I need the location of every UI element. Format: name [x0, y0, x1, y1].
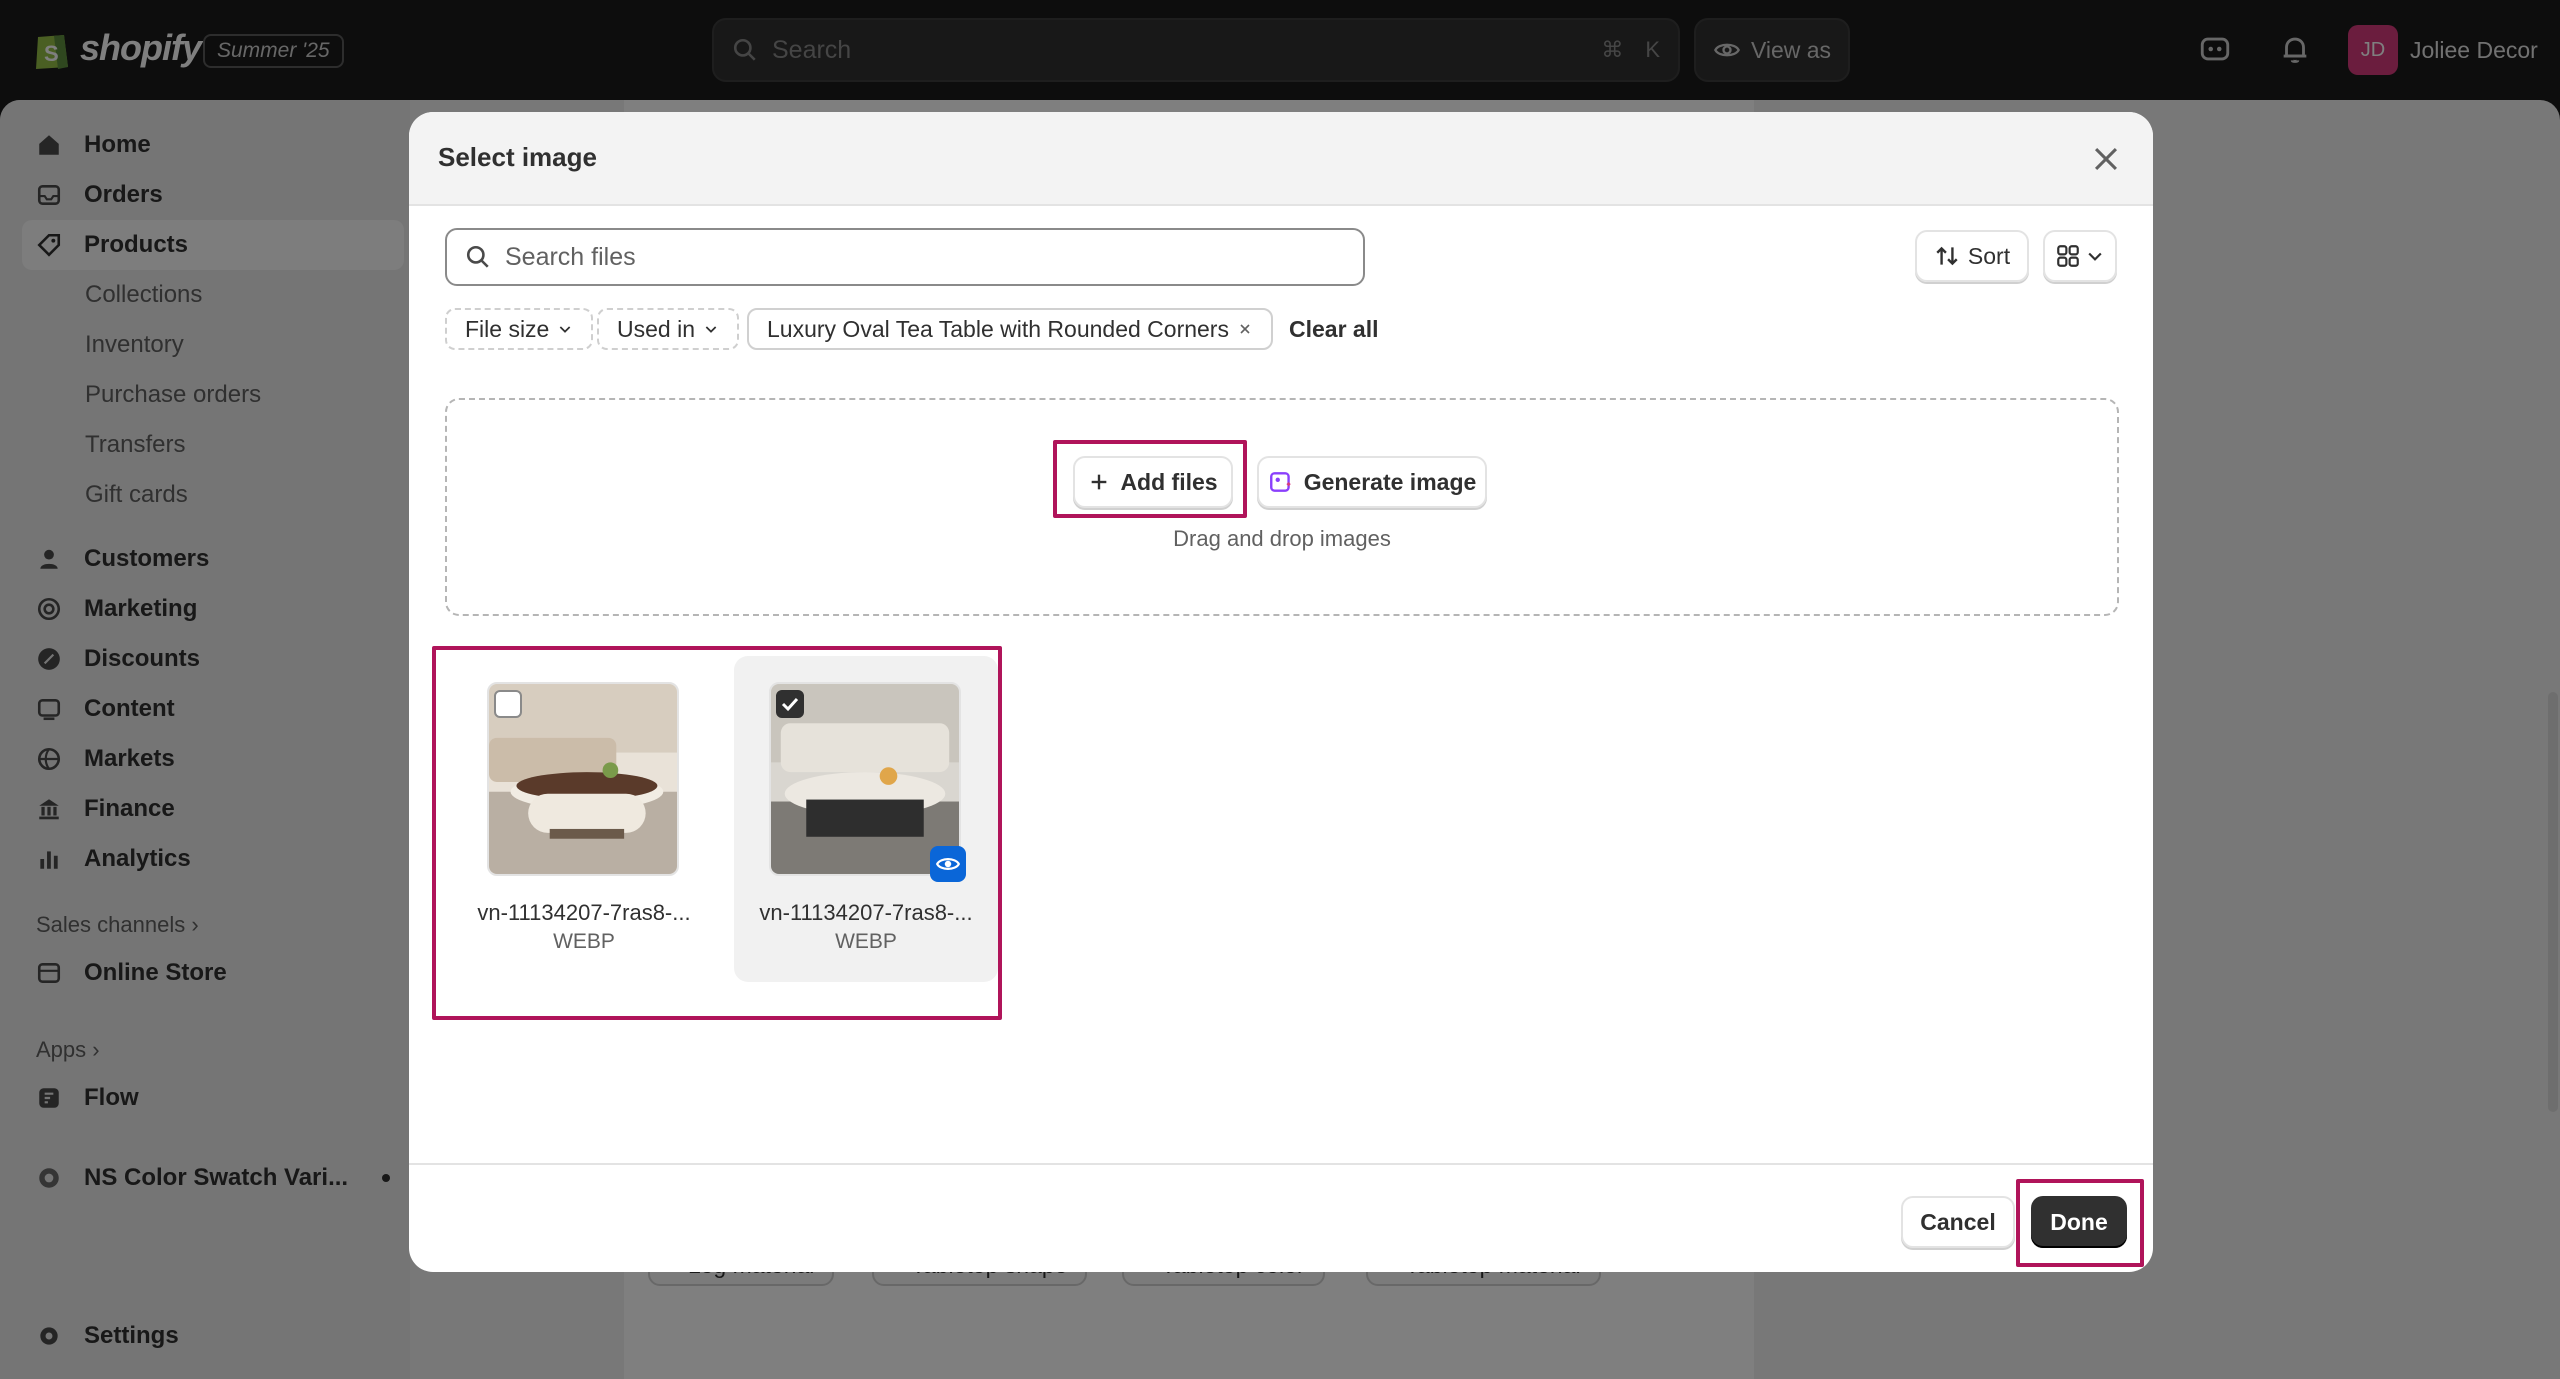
- page-scrollbar[interactable]: [2548, 692, 2558, 1112]
- sort-button[interactable]: Sort: [1915, 230, 2029, 282]
- sort-arrows-icon: [1936, 246, 1958, 266]
- modal-title: Select image: [438, 142, 597, 172]
- select-image-modal: Select image Search files Sort File size…: [409, 112, 2153, 1272]
- file-name: vn-11134207-7ras8-...: [759, 900, 973, 925]
- sort-label: Sort: [1967, 242, 2011, 269]
- preview-badge[interactable]: [930, 846, 966, 882]
- add-files-button[interactable]: Add files: [1073, 456, 1233, 508]
- chevron-down-icon: [560, 326, 571, 333]
- plus-icon: [1092, 474, 1107, 490]
- check-icon: [781, 697, 799, 712]
- file-size-filter[interactable]: File size: [445, 308, 594, 350]
- eye-icon: [935, 858, 961, 870]
- remove-filter-icon[interactable]: [1237, 321, 1253, 337]
- search-files-placeholder: Search files: [505, 242, 636, 271]
- used-in-label: Used in: [617, 315, 695, 342]
- modal-footer-divider: [409, 1163, 2153, 1165]
- file-checkbox-checked[interactable]: [776, 690, 804, 718]
- applied-filter-chip[interactable]: Luxury Oval Tea Table with Rounded Corne…: [747, 308, 1273, 350]
- search-files-input[interactable]: Search files: [445, 228, 1365, 286]
- generate-image-label: Generate image: [1303, 468, 1477, 495]
- chevron-down-icon: [705, 326, 717, 333]
- chevron-down-icon: [2088, 252, 2102, 261]
- file-name: vn-11134207-7ras8-...: [477, 900, 691, 925]
- applied-filter-label: Luxury Oval Tea Table with Rounded Corne…: [767, 315, 1229, 342]
- close-icon[interactable]: [2089, 142, 2123, 176]
- dropzone-hint: Drag and drop images: [1173, 526, 1391, 551]
- used-in-filter[interactable]: Used in: [597, 308, 739, 350]
- file-card-selected[interactable]: vn-11134207-7ras8-... WEBP: [734, 656, 998, 982]
- generate-image-button[interactable]: Generate image: [1257, 456, 1487, 508]
- file-card[interactable]: vn-11134207-7ras8-... WEBP: [452, 656, 716, 982]
- magic-image-icon: [1269, 472, 1291, 492]
- file-checkbox[interactable]: [494, 690, 522, 718]
- cancel-button[interactable]: Cancel: [1901, 1196, 2015, 1248]
- view-toggle-button[interactable]: [2043, 230, 2117, 282]
- search-icon: [466, 245, 489, 268]
- add-files-label: Add files: [1120, 468, 1218, 495]
- file-size-label: File size: [465, 315, 550, 342]
- modal-header: Select image: [409, 112, 2153, 206]
- file-type: WEBP: [553, 930, 615, 953]
- grid-icon: [2057, 245, 2079, 267]
- done-button[interactable]: Done: [2031, 1196, 2127, 1248]
- file-type: WEBP: [835, 930, 897, 953]
- clear-all-button[interactable]: Clear all: [1289, 316, 1379, 343]
